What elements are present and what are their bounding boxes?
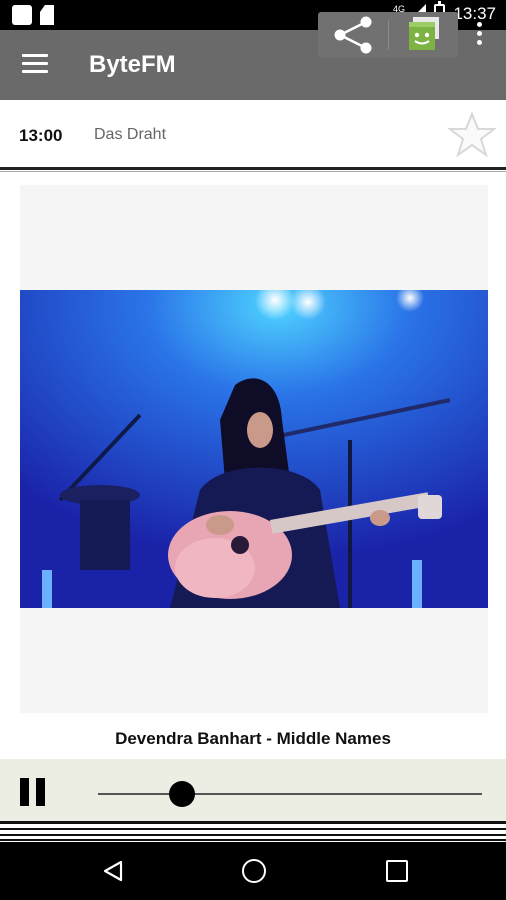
recents-icon[interactable] [386, 860, 408, 882]
artist-photo [20, 290, 488, 608]
program-time: 13:00 [19, 126, 63, 145]
share-button[interactable] [318, 12, 386, 58]
back-button[interactable] [102, 860, 124, 887]
pause-button[interactable] [20, 778, 46, 806]
player-bar [0, 759, 506, 821]
notification-icon [12, 5, 32, 25]
pause-icon [20, 778, 29, 806]
track-title: Devendra Banhart - Middle Names [115, 729, 391, 748]
divider [0, 821, 506, 842]
menu-icon[interactable] [22, 54, 48, 76]
divider [0, 171, 506, 172]
cast-button[interactable] [395, 12, 457, 58]
overflow-icon[interactable] [467, 22, 491, 50]
app-title: ByteFM [89, 51, 176, 78]
star-icon [447, 111, 497, 158]
clock: 13:37 [453, 4, 496, 23]
action-divider [388, 20, 389, 50]
back-icon [103, 860, 123, 882]
program-name: Das Draht [94, 126, 167, 143]
program-row[interactable]: 13:00 Das Draht [0, 100, 506, 166]
share-icon [334, 16, 372, 54]
cast-icon [409, 17, 439, 50]
home-icon[interactable] [242, 859, 266, 883]
divider [0, 167, 506, 170]
favorite-button[interactable] [447, 111, 497, 161]
seek-bar[interactable] [98, 793, 482, 795]
sd-card-icon [40, 5, 54, 25]
